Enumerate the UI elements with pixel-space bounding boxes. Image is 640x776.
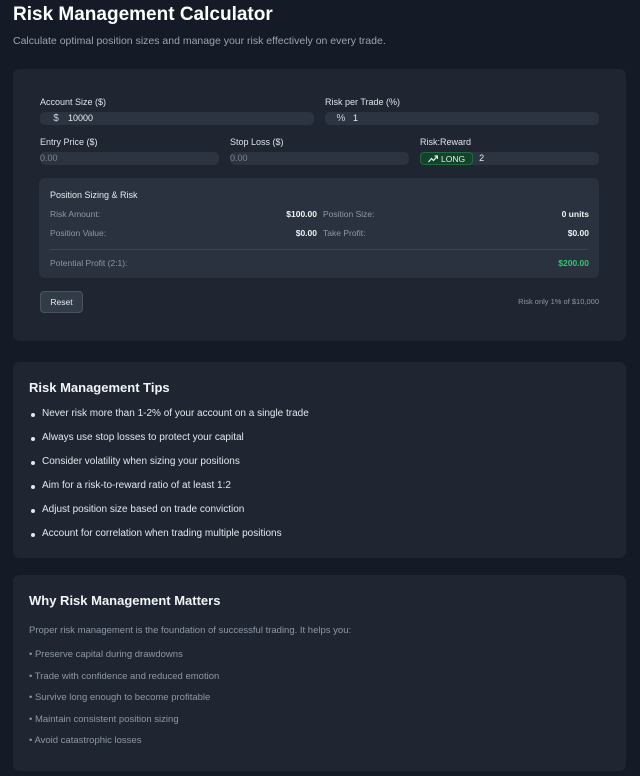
list-item: • Preserve capital during drawdowns xyxy=(29,649,183,660)
list-item: • Trade with confidence and reduced emot… xyxy=(29,670,220,682)
position-value-label: Position Value: xyxy=(50,228,107,238)
tips-card: Risk Management Tips Never risk more tha… xyxy=(13,362,626,558)
percent-icon: % xyxy=(336,113,346,124)
tips-list: Never risk more than 1-2% of your accoun… xyxy=(29,408,309,552)
why-list: • Preserve capital during drawdowns • Tr… xyxy=(29,649,219,757)
why-intro: Proper risk management is the foundation… xyxy=(29,625,352,636)
list-item: Aim for a risk-to-reward ratio of at lea… xyxy=(29,480,309,504)
list-item: Consider volatility when sizing your pos… xyxy=(29,456,309,480)
list-item: • Maintain consistent position sizing xyxy=(29,713,179,725)
long-toggle[interactable]: LONG xyxy=(420,152,474,165)
results-title: Position Sizing & Risk xyxy=(50,190,138,200)
list-item: Adjust position size based on trade conv… xyxy=(29,504,309,528)
position-value-value: $0.00 xyxy=(295,228,317,238)
take-profit-label: Take Profit: xyxy=(323,228,366,238)
risk-note: Risk only 1% of $10,000 xyxy=(518,297,599,306)
stop-loss-placeholder: 0.00 xyxy=(230,153,248,163)
risk-per-trade-label: Risk per Trade (%) xyxy=(325,97,401,107)
position-size-label: Position Size: xyxy=(323,209,375,219)
risk-per-trade-input[interactable]: % 1 xyxy=(325,112,599,125)
account-size-input[interactable]: $ 10000 xyxy=(40,112,314,125)
risk-amount-label: Risk Amount: xyxy=(50,209,101,219)
page-title: Risk Management Calculator xyxy=(13,4,273,25)
risk-reward-input[interactable]: LONG 2 xyxy=(420,152,599,165)
why-title: Why Risk Management Matters xyxy=(29,593,221,608)
list-item: • Avoid catastrophic losses xyxy=(29,735,142,746)
potential-profit-label: Potential Profit (2:1): xyxy=(50,258,128,268)
risk-per-trade-value: 1 xyxy=(353,113,359,123)
risk-reward-value: 2 xyxy=(479,153,485,163)
stop-loss-label: Stop Loss ($) xyxy=(230,137,284,147)
potential-profit-value: $200.00 xyxy=(558,258,589,268)
results-divider xyxy=(50,249,588,250)
stop-loss-input[interactable]: 0.00 xyxy=(230,152,409,165)
risk-amount-value: $100.00 xyxy=(286,209,317,219)
list-item: Always use stop losses to protect your c… xyxy=(29,432,309,456)
trending-up-icon xyxy=(428,154,438,162)
reset-button[interactable]: Reset xyxy=(40,291,83,313)
long-label: LONG xyxy=(441,153,466,164)
why-card: Why Risk Management Matters Proper risk … xyxy=(13,575,626,771)
risk-reward-label: Risk:Reward xyxy=(420,137,472,147)
list-item: • Survive long enough to become profitab… xyxy=(29,692,211,703)
dollar-icon: $ xyxy=(53,113,59,124)
take-profit-value: $0.00 xyxy=(567,228,589,238)
list-item: Account for correlation when trading mul… xyxy=(29,528,309,552)
position-size-value: 0 units xyxy=(561,209,589,219)
entry-price-label: Entry Price ($) xyxy=(40,137,98,147)
page-subtitle: Calculate optimal position sizes and man… xyxy=(13,35,386,47)
calculator-card: Account Size ($) $ 10000 Risk per Trade … xyxy=(13,69,626,341)
account-size-value: 10000 xyxy=(68,113,94,123)
list-item: Never risk more than 1-2% of your accoun… xyxy=(29,408,309,432)
entry-price-input[interactable]: 0.00 xyxy=(40,152,219,165)
tips-title: Risk Management Tips xyxy=(29,380,170,395)
account-size-label: Account Size ($) xyxy=(40,97,107,107)
results-panel: Position Sizing & Risk Risk Amount: $100… xyxy=(39,178,599,278)
entry-price-placeholder: 0.00 xyxy=(40,153,58,163)
